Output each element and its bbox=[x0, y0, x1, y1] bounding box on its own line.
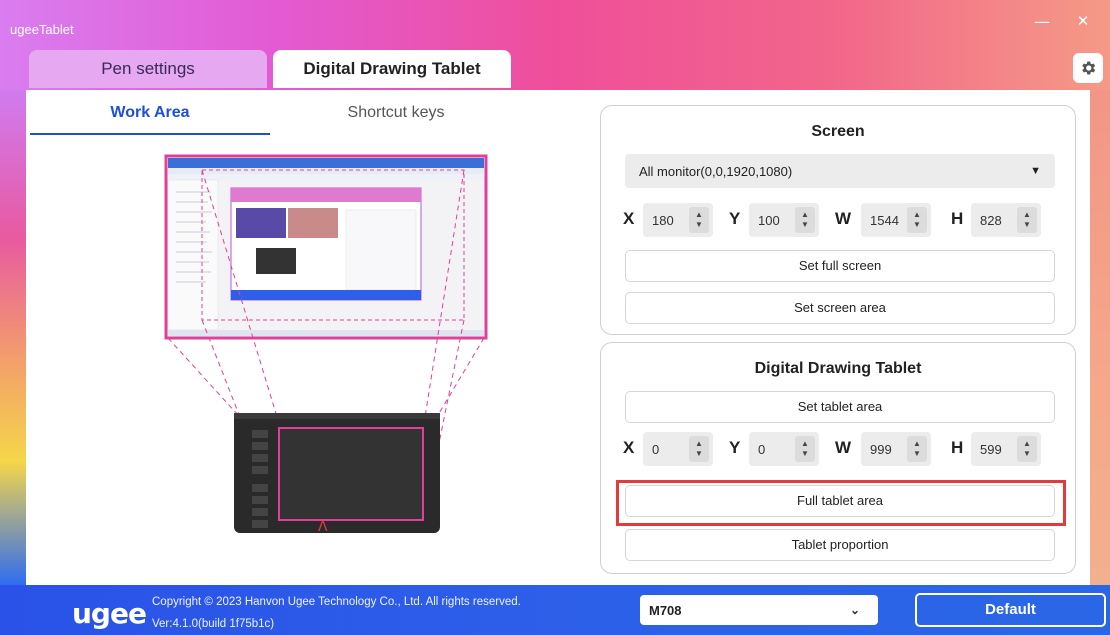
tablet-h-input[interactable]: 599 ▲ ▼ bbox=[971, 432, 1041, 466]
gear-icon bbox=[1082, 61, 1096, 75]
monitor-select[interactable]: All monitor(0,0,1920,1080) ▼ bbox=[625, 154, 1055, 188]
tablet-w-label: W bbox=[835, 438, 852, 457]
default-button[interactable]: Default bbox=[915, 593, 1106, 627]
tablet-proportion-button[interactable]: Tablet proportion bbox=[625, 529, 1055, 561]
screen-y-label: Y bbox=[729, 209, 741, 228]
tablet-w-input[interactable]: 999 ▲ ▼ bbox=[861, 432, 931, 466]
screen-w-value: 1544 bbox=[870, 212, 899, 228]
spin-arrows-icon[interactable]: ▲ ▼ bbox=[795, 436, 815, 462]
tablet-device: Λ bbox=[234, 413, 440, 535]
title-bar: ugeeTablet — ✕ bbox=[0, 0, 1110, 44]
tablet-w-value: 999 bbox=[870, 441, 892, 457]
screen-y-value: 100 bbox=[758, 212, 780, 228]
copyright-text: Copyright © 2023 Hanvon Ugee Technology … bbox=[152, 596, 521, 608]
spin-arrows-icon[interactable]: ▲ ▼ bbox=[689, 207, 709, 233]
tab-pen-settings[interactable]: Pen settings bbox=[29, 50, 267, 88]
tablet-x-value: 0 bbox=[652, 441, 660, 457]
decorative-edge-left bbox=[0, 90, 26, 585]
screen-panel-title: Screen bbox=[811, 123, 865, 140]
footer-bar: ugee Copyright © 2023 Hanvon Ugee Techno… bbox=[0, 585, 1110, 635]
screen-x-input[interactable]: 180 ▲ ▼ bbox=[643, 203, 713, 237]
tablet-panel: Digital Drawing Tablet Set tablet area X… bbox=[600, 342, 1076, 574]
set-full-screen-button[interactable]: Set full screen bbox=[625, 250, 1055, 282]
tablet-y-value: 0 bbox=[758, 441, 766, 457]
screen-coords-row: X 180 ▲ ▼ Y 100 ▲ ▼ W 1544 ▲ ▼ H 828 ▲ ▼ bbox=[623, 203, 1063, 237]
screen-h-value: 828 bbox=[980, 212, 1002, 228]
screen-h-label: H bbox=[951, 209, 964, 228]
spin-arrows-icon[interactable]: ▲ ▼ bbox=[907, 207, 927, 233]
spin-arrows-icon[interactable]: ▲ ▼ bbox=[907, 436, 927, 462]
chevron-down-icon: ⌄ bbox=[849, 603, 860, 617]
screen-x-value: 180 bbox=[652, 212, 674, 228]
screen-w-input[interactable]: 1544 ▲ ▼ bbox=[861, 203, 931, 237]
tablet-panel-title: Digital Drawing Tablet bbox=[754, 360, 922, 377]
close-button[interactable]: ✕ bbox=[1071, 12, 1095, 30]
screen-panel: Screen All monitor(0,0,1920,1080) ▼ X 18… bbox=[600, 105, 1076, 335]
spin-arrows-icon[interactable]: ▲ ▼ bbox=[1017, 207, 1037, 233]
model-select[interactable]: M708 ⌄ bbox=[640, 595, 878, 625]
settings-button[interactable] bbox=[1073, 53, 1103, 83]
spin-arrows-icon[interactable]: ▲ ▼ bbox=[689, 436, 709, 462]
screen-h-input[interactable]: 828 ▲ ▼ bbox=[971, 203, 1041, 237]
screen-y-input[interactable]: 100 ▲ ▼ bbox=[749, 203, 819, 237]
app-title: ugeeTablet bbox=[10, 22, 74, 37]
spin-arrows-icon[interactable]: ▲ ▼ bbox=[1017, 436, 1037, 462]
set-tablet-area-button[interactable]: Set tablet area bbox=[625, 391, 1055, 423]
version-text: Ver:4.1.0(build 1f75b1c) bbox=[152, 618, 275, 630]
model-select-value: M708 bbox=[649, 602, 682, 618]
tab-digital-drawing-tablet[interactable]: Digital Drawing Tablet bbox=[273, 50, 511, 88]
set-screen-area-button[interactable]: Set screen area bbox=[625, 292, 1055, 324]
tablet-h-label: H bbox=[951, 438, 964, 457]
work-area-preview: Λ bbox=[164, 154, 488, 535]
minimize-button[interactable]: — bbox=[1030, 12, 1054, 31]
screen-w-label: W bbox=[835, 209, 852, 228]
ugee-logo: ugee bbox=[72, 597, 147, 630]
decorative-edge-right bbox=[1090, 90, 1110, 585]
tablet-h-value: 599 bbox=[980, 441, 1002, 457]
screen-x-label: X bbox=[623, 209, 635, 228]
monitor-select-value: All monitor(0,0,1920,1080) bbox=[639, 163, 793, 179]
tablet-x-input[interactable]: 0 ▲ ▼ bbox=[643, 432, 713, 466]
tablet-y-input[interactable]: 0 ▲ ▼ bbox=[749, 432, 819, 466]
tablet-coords-row: X 0 ▲ ▼ Y 0 ▲ ▼ W 999 ▲ ▼ H 599 ▲ ▼ bbox=[623, 432, 1063, 466]
cursor-marker: Λ bbox=[318, 519, 328, 535]
spin-arrows-icon[interactable]: ▲ ▼ bbox=[795, 207, 815, 233]
caret-down-icon: ▼ bbox=[1030, 165, 1041, 177]
tablet-x-label: X bbox=[623, 438, 635, 457]
app-window: ugeeTablet — ✕ Pen settings Digital Draw… bbox=[0, 0, 1110, 635]
highlight-box bbox=[616, 480, 1066, 526]
screen-thumbnail bbox=[164, 154, 488, 340]
tablet-y-label: Y bbox=[729, 438, 741, 457]
